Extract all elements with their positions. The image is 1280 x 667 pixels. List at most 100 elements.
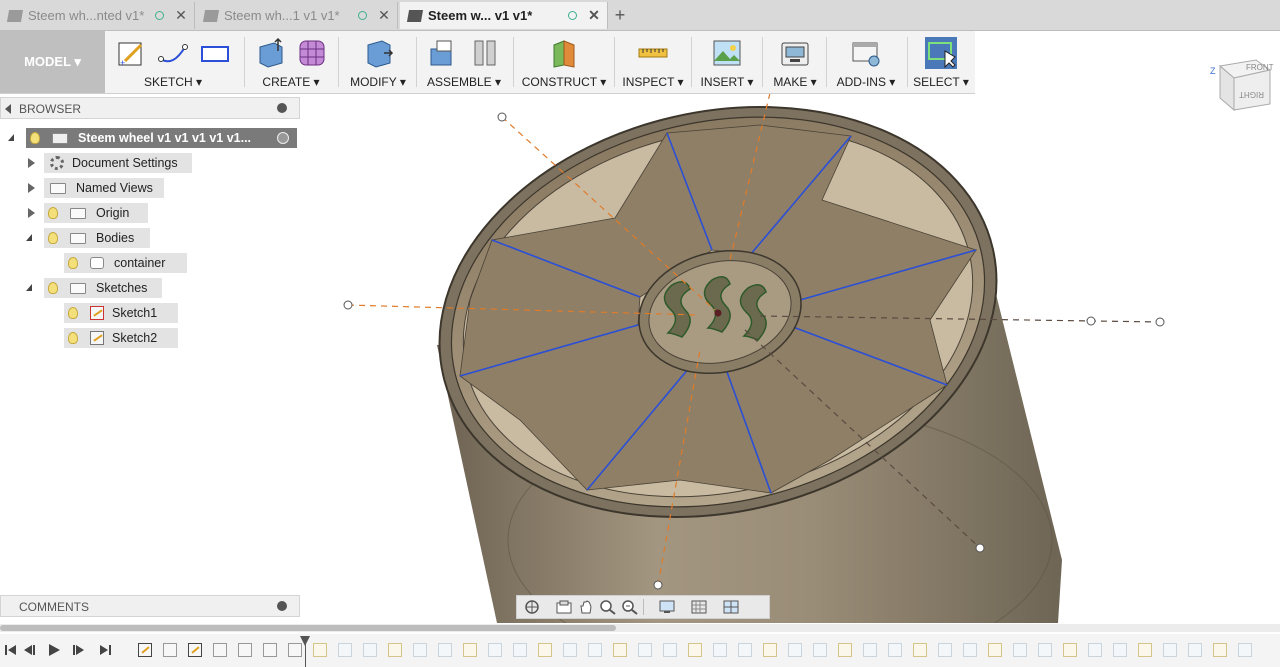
document-tab-3[interactable]: Steem w... v1 v1* ✕ xyxy=(400,2,608,29)
new-component-icon[interactable] xyxy=(427,37,459,69)
line-icon[interactable] xyxy=(157,37,189,69)
workspace-switcher[interactable]: MODEL ▾ xyxy=(0,31,105,93)
timeline-feature-sketch-icon[interactable] xyxy=(188,643,202,657)
timeline-feature-icon[interactable] xyxy=(1038,643,1052,657)
select-group[interactable]: SELECT ▾ xyxy=(912,31,970,93)
expand-toggle-icon[interactable] xyxy=(28,208,35,218)
timeline-feature-icon[interactable] xyxy=(713,643,727,657)
tree-item-document-settings[interactable]: Document Settings xyxy=(44,153,192,173)
add-ins-group[interactable]: ADD-INS ▾ xyxy=(830,31,902,93)
tree-item-container-body[interactable]: container xyxy=(64,253,187,273)
timeline-scroll-thumb[interactable] xyxy=(0,625,616,631)
timeline-feature-icon[interactable] xyxy=(538,643,552,657)
timeline-feature-icon[interactable] xyxy=(363,643,377,657)
sketch-group[interactable]: + SKETCH ▾ xyxy=(110,31,236,93)
timeline-feature-icon[interactable] xyxy=(413,643,427,657)
expand-toggle-icon[interactable] xyxy=(26,234,32,241)
fit-zoom-icon[interactable] xyxy=(621,599,639,615)
visibility-bulb-icon[interactable] xyxy=(48,207,58,219)
step-forward-icon[interactable] xyxy=(72,643,86,657)
timeline-feature-icon[interactable] xyxy=(463,643,477,657)
close-tab-icon[interactable]: ✕ xyxy=(587,7,601,24)
timeline-feature-icon[interactable] xyxy=(988,643,1002,657)
display-settings-icon[interactable] xyxy=(658,599,676,615)
joint-icon[interactable] xyxy=(469,37,501,69)
timeline-feature-sketch-icon[interactable] xyxy=(138,643,152,657)
orbit-icon[interactable] xyxy=(523,599,541,615)
visibility-bulb-icon[interactable] xyxy=(30,132,40,144)
timeline-feature-icon[interactable] xyxy=(638,643,652,657)
insert-menu-label[interactable]: INSERT ▾ xyxy=(697,75,757,89)
visibility-bulb-icon[interactable] xyxy=(68,332,78,344)
new-tab-button[interactable]: + xyxy=(611,4,629,26)
add-ins-menu-label[interactable]: ADD-INS ▾ xyxy=(830,75,902,89)
timeline-feature-icon[interactable] xyxy=(1088,643,1102,657)
timeline-feature-icon[interactable] xyxy=(838,643,852,657)
insert-group[interactable]: INSERT ▾ xyxy=(697,31,757,93)
timeline-feature-icon[interactable] xyxy=(688,643,702,657)
assemble-menu-label[interactable]: ASSEMBLE ▾ xyxy=(420,75,508,89)
timeline-feature-extrude-icon[interactable] xyxy=(263,643,277,657)
timeline-feature-icon[interactable] xyxy=(1063,643,1077,657)
3d-print-icon[interactable] xyxy=(779,37,811,69)
expand-toggle-icon[interactable] xyxy=(28,158,35,168)
comments-panel[interactable]: COMMENTS xyxy=(0,595,300,617)
timeline-feature-icon[interactable] xyxy=(938,643,952,657)
timeline-feature-icon[interactable] xyxy=(888,643,902,657)
select-icon[interactable] xyxy=(925,37,957,69)
view-cube[interactable]: FRONT RIGHT Z xyxy=(1206,52,1276,122)
modify-menu-label[interactable]: MODIFY ▾ xyxy=(344,75,412,89)
close-tab-icon[interactable]: ✕ xyxy=(377,7,391,24)
timeline-feature-icon[interactable] xyxy=(438,643,452,657)
tree-item-sketches[interactable]: Sketches xyxy=(44,278,162,298)
insert-image-icon[interactable] xyxy=(711,37,743,69)
timeline-feature-icon[interactable] xyxy=(1213,643,1227,657)
tree-item-sketch2[interactable]: Sketch2 xyxy=(64,328,178,348)
inspect-group[interactable]: INSPECT ▾ xyxy=(620,31,686,93)
pan-hand-icon[interactable] xyxy=(577,599,595,615)
timeline-feature-icon[interactable] xyxy=(1163,643,1177,657)
modify-group[interactable]: MODIFY ▾ xyxy=(344,31,412,93)
timeline-feature-icon[interactable] xyxy=(338,643,352,657)
timeline-feature-icon[interactable] xyxy=(1013,643,1027,657)
document-tab-2[interactable]: Steem wh...1 v1 v1* ✕ xyxy=(196,2,398,29)
timeline-feature-icon[interactable] xyxy=(1238,643,1252,657)
timeline-feature-icon[interactable] xyxy=(863,643,877,657)
panel-options-icon[interactable] xyxy=(277,103,287,113)
activate-radio-icon[interactable] xyxy=(277,132,289,144)
offset-plane-icon[interactable] xyxy=(548,37,580,69)
visibility-bulb-icon[interactable] xyxy=(48,232,58,244)
construct-group[interactable]: CONSTRUCT ▾ xyxy=(518,31,610,93)
expand-toggle-icon[interactable] xyxy=(8,134,14,141)
timeline-feature-icon[interactable] xyxy=(313,643,327,657)
grid-settings-icon[interactable] xyxy=(690,599,708,615)
form-icon[interactable] xyxy=(296,37,328,69)
look-at-icon[interactable] xyxy=(555,599,573,615)
timeline-feature-icon[interactable] xyxy=(563,643,577,657)
timeline-feature-icon[interactable] xyxy=(763,643,777,657)
timeline-feature-icon[interactable] xyxy=(488,643,502,657)
make-menu-label[interactable]: MAKE ▾ xyxy=(767,75,823,89)
step-back-icon[interactable] xyxy=(22,643,36,657)
viewports-icon[interactable] xyxy=(722,599,740,615)
timeline-feature-icon[interactable] xyxy=(963,643,977,657)
construct-menu-label[interactable]: CONSTRUCT ▾ xyxy=(518,75,610,89)
tree-item-named-views[interactable]: Named Views xyxy=(44,178,164,198)
timeline-feature-extrude-icon[interactable] xyxy=(213,643,227,657)
visibility-bulb-icon[interactable] xyxy=(68,307,78,319)
timeline-feature-icon[interactable] xyxy=(663,643,677,657)
timeline-feature-icon[interactable] xyxy=(1188,643,1202,657)
scripts-addins-icon[interactable] xyxy=(850,37,882,69)
zoom-icon[interactable] xyxy=(599,599,617,615)
select-menu-label[interactable]: SELECT ▾ xyxy=(912,75,970,89)
visibility-bulb-icon[interactable] xyxy=(48,282,58,294)
timeline-feature-icon[interactable] xyxy=(613,643,627,657)
create-group[interactable]: CREATE ▾ xyxy=(250,31,332,93)
timeline-feature-icon[interactable] xyxy=(813,643,827,657)
timeline-feature-extrude-icon[interactable] xyxy=(163,643,177,657)
timeline-feature-icon[interactable] xyxy=(738,643,752,657)
tree-item-bodies[interactable]: Bodies xyxy=(44,228,150,248)
sketch-menu-label[interactable]: SKETCH ▾ xyxy=(110,75,236,89)
timeline-feature-icon[interactable] xyxy=(588,643,602,657)
tree-item-origin[interactable]: Origin xyxy=(44,203,148,223)
